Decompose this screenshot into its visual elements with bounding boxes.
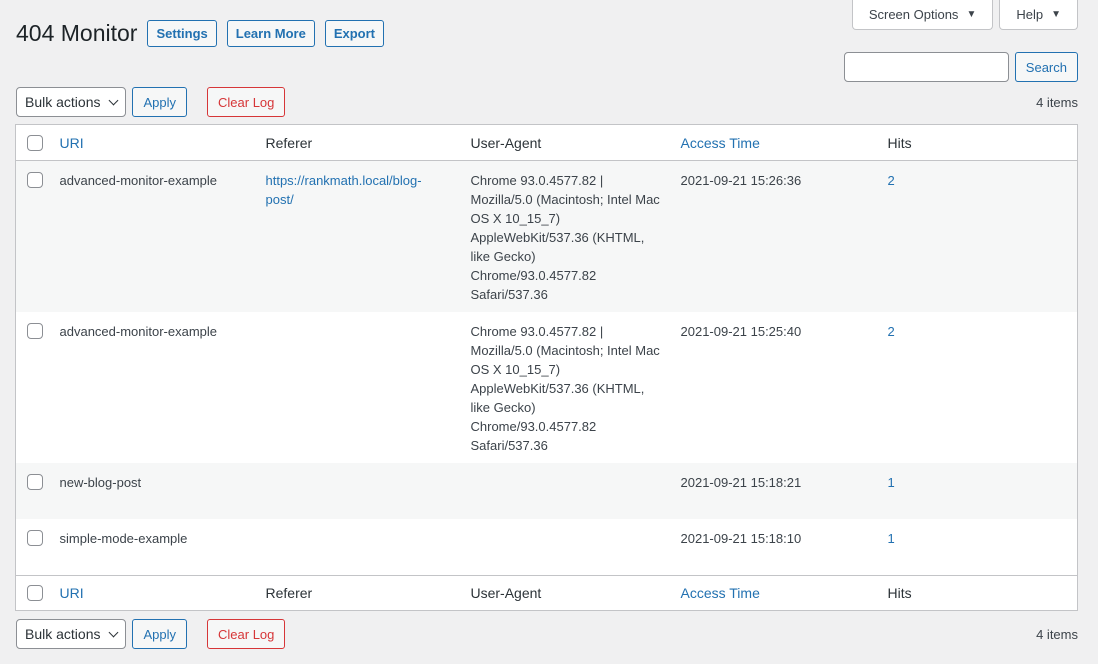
screen-meta: Screen Options ▼ Help ▼: [851, 0, 1078, 30]
user-agent-text: Chrome 93.0.4577.82 | Mozilla/5.0 (Macin…: [470, 324, 660, 453]
access-time-cell: 2021-09-21 15:26:36: [670, 160, 878, 312]
column-uri-label[interactable]: URI: [60, 585, 84, 601]
referer-link[interactable]: https://rankmath.local/blog-post/: [266, 171, 446, 209]
export-button[interactable]: Export: [324, 19, 385, 47]
learn-more-button[interactable]: Learn More: [226, 19, 315, 47]
column-referer: Referer: [255, 124, 461, 161]
table-row: simple-mode-example 2021-09-21 15:18:10 …: [16, 519, 1078, 575]
uri-cell: new-blog-post: [49, 463, 256, 519]
search-input[interactable]: [843, 52, 1009, 82]
user-agent-cell: [461, 519, 671, 575]
items-count: 4 items: [1036, 626, 1078, 642]
search-box: Search: [843, 52, 1078, 82]
column-uri[interactable]: URI: [49, 124, 256, 161]
hits-link[interactable]: 1: [888, 475, 895, 490]
row-checkbox-cell: [16, 519, 50, 575]
chevron-down-icon: [109, 627, 119, 637]
user-agent-cell: [460, 463, 671, 519]
help-tab[interactable]: Help ▼: [999, 0, 1078, 30]
row-checkbox[interactable]: [27, 530, 43, 546]
clear-log-button[interactable]: Clear Log: [207, 87, 286, 117]
clear-log-button[interactable]: Clear Log: [207, 619, 286, 649]
table-row: advanced-monitor-example https://rankmat…: [15, 160, 1078, 312]
page-header: 404 Monitor Settings Learn More Export: [16, 18, 394, 48]
screen-options-tab[interactable]: Screen Options ▼: [851, 0, 994, 30]
table-header-row: URI Referer User-Agent Access Time Hits: [15, 124, 1078, 161]
row-checkbox-cell: [15, 160, 50, 312]
hits-link[interactable]: 1: [888, 531, 895, 546]
help-label: Help: [1016, 7, 1044, 22]
column-referer: Referer: [255, 574, 461, 610]
column-hits: Hits: [877, 574, 1078, 610]
access-time-cell: 2021-09-21 15:18:21: [670, 463, 878, 519]
column-access-time[interactable]: Access Time: [670, 574, 878, 610]
referer-cell: [256, 312, 461, 463]
select-all-checkbox[interactable]: [27, 134, 43, 151]
apply-button[interactable]: Apply: [132, 87, 188, 117]
hits-cell: 1: [877, 463, 1078, 519]
user-agent-cell: Chrome 93.0.4577.82 | Mozilla/5.0 (Macin…: [461, 312, 671, 463]
bulk-actions-value: Bulk actions: [25, 626, 101, 642]
column-uri-label[interactable]: URI: [60, 135, 84, 151]
table-footer-row: URI Referer User-Agent Access Time Hits: [15, 574, 1078, 610]
select-all-cell: [15, 124, 50, 161]
access-time-cell: 2021-09-21 15:25:40: [680, 324, 802, 339]
uri-cell: advanced-monitor-example: [49, 160, 256, 312]
caret-down-icon: ▼: [1051, 9, 1061, 20]
column-access-time[interactable]: Access Time: [670, 124, 878, 161]
bulk-actions-value: Bulk actions: [25, 94, 101, 110]
user-agent-cell: Chrome 93.0.4577.82 | Mozilla/5.0 (Macin…: [460, 160, 671, 312]
table-row: advanced-monitor-example Chrome 93.0.457…: [16, 312, 1078, 463]
column-access-time-label[interactable]: Access Time: [681, 585, 760, 601]
column-hits: Hits: [877, 124, 1078, 161]
column-user-agent: User-Agent: [460, 574, 671, 610]
select-all-checkbox[interactable]: [27, 584, 43, 601]
select-all-cell: [15, 574, 50, 610]
column-access-time-label[interactable]: Access Time: [681, 135, 760, 151]
tablenav-bottom: Bulk actions Apply Clear Log 4 items: [16, 618, 1078, 650]
settings-button[interactable]: Settings: [147, 19, 217, 47]
search-button[interactable]: Search: [1014, 52, 1078, 82]
column-uri[interactable]: URI: [49, 574, 256, 610]
screen-options-label: Screen Options: [868, 7, 959, 22]
row-checkbox[interactable]: [27, 323, 43, 339]
row-checkbox[interactable]: [27, 474, 43, 490]
row-checkbox-cell: [16, 312, 50, 463]
hits-link[interactable]: 2: [888, 173, 895, 188]
hits-cell: 2: [877, 160, 1078, 312]
hits-cell: 1: [878, 519, 1078, 575]
tablenav-top: Bulk actions Apply Clear Log 4 items: [16, 86, 1078, 118]
chevron-down-icon: [109, 95, 119, 105]
uri-cell: simple-mode-example: [59, 531, 188, 546]
hits-cell: 2: [878, 312, 1078, 463]
referer-cell: https://rankmath.local/blog-post/: [255, 160, 461, 312]
row-checkbox-cell: [15, 463, 50, 519]
referer-cell: [256, 519, 461, 575]
user-agent-text: Chrome 93.0.4577.82 | Mozilla/5.0 (Macin…: [470, 173, 660, 302]
page-title: 404 Monitor: [16, 20, 138, 46]
hits-link[interactable]: 2: [888, 324, 895, 339]
referer-cell: [255, 463, 461, 519]
bulk-actions-select[interactable]: Bulk actions: [16, 87, 127, 117]
404-log-table: URI Referer User-Agent Access Time Hits …: [15, 124, 1078, 611]
uri-cell: advanced-monitor-example: [59, 324, 218, 339]
bulk-actions-select[interactable]: Bulk actions: [16, 619, 127, 649]
row-checkbox[interactable]: [27, 172, 43, 188]
column-user-agent: User-Agent: [460, 124, 671, 161]
apply-button[interactable]: Apply: [132, 619, 188, 649]
access-time-cell: 2021-09-21 15:18:10: [680, 531, 802, 546]
items-count: 4 items: [1036, 94, 1078, 110]
caret-down-icon: ▼: [966, 9, 977, 20]
table-row: new-blog-post 2021-09-21 15:18:21 1: [15, 463, 1078, 519]
